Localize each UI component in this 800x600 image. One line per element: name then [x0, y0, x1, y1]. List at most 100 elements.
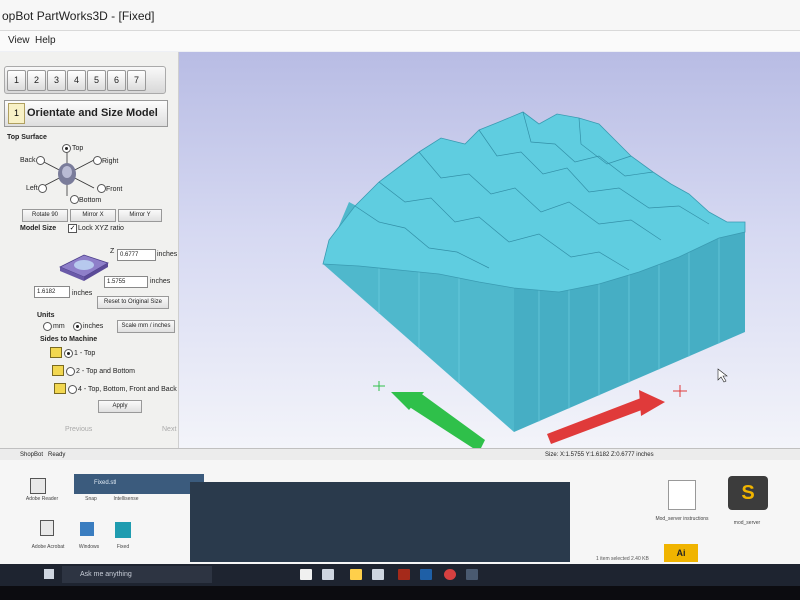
- scale-units-button[interactable]: Scale mm / inches: [117, 320, 175, 333]
- menu-bar: View Help: [0, 31, 800, 51]
- screen: opBot PartWorks3D - [Fixed] View Help 1 …: [0, 0, 800, 600]
- selection-info-wrap: 1 item selected 2.40 KB: [596, 556, 706, 564]
- explorer-file-name: Fixed.stl: [94, 480, 117, 486]
- desktop-icon-3-label: Intellisense: [113, 496, 139, 502]
- radio-inches-label: inches: [83, 323, 104, 330]
- taskbar-chrome-icon[interactable]: [444, 569, 456, 580]
- taskbar-acrobat-icon[interactable]: [398, 569, 410, 580]
- next-button[interactable]: Next: [162, 426, 176, 433]
- rotate-90-button[interactable]: Rotate 90: [22, 209, 68, 222]
- desktop-icon-1[interactable]: [30, 478, 46, 494]
- window-title: opBot PartWorks3D - [Fixed]: [2, 9, 155, 23]
- status-tab-label[interactable]: ShopBot: [20, 452, 43, 458]
- radio-mm[interactable]: [43, 322, 52, 331]
- x-size-input[interactable]: 1.6182: [34, 286, 70, 298]
- radio-sides-4[interactable]: [68, 385, 77, 394]
- status-size: Size: X:1.5755 Y:1.6182 Z:0.6777 inches: [545, 452, 654, 458]
- radio-front-label: Front: [106, 186, 123, 193]
- previous-button[interactable]: Previous: [65, 426, 92, 433]
- radio-left-label: Left: [26, 185, 38, 192]
- step-7-button[interactable]: 7: [127, 70, 146, 91]
- step-title: Orientate and Size Model: [27, 107, 158, 119]
- radio-top-label: Top: [72, 145, 84, 152]
- taskbar-app-3-icon[interactable]: [372, 569, 384, 580]
- radio-bottom-label: Bottom: [79, 197, 102, 204]
- taskbar-app-1-icon[interactable]: [300, 569, 312, 580]
- selection-info: 1 item selected 2.40 KB: [596, 556, 649, 562]
- radio-back-label: Back: [20, 157, 36, 164]
- explorer-titlebar: Fixed.stl: [74, 474, 204, 494]
- desktop-icon-2-label: Snap: [85, 496, 97, 502]
- terrain-view: [322, 111, 746, 452]
- step-4-button[interactable]: 4: [67, 70, 86, 91]
- step-6-button[interactable]: 6: [107, 70, 126, 91]
- radio-inches[interactable]: [73, 322, 82, 331]
- title-bar: opBot PartWorks3D - [Fixed]: [0, 0, 800, 31]
- radio-bottom[interactable]: [70, 195, 79, 204]
- 3d-viewport[interactable]: [179, 52, 800, 456]
- wizard-panel: 1 2 3 4 5 6 7 1 Orientate and Size Model…: [0, 52, 179, 456]
- taskbar-app-4-icon[interactable]: [466, 569, 478, 580]
- side-4-icon: [54, 383, 66, 394]
- z-unit-label: inches: [157, 251, 178, 258]
- desktop-icon-7[interactable]: [668, 480, 696, 510]
- model-size-icon: [59, 254, 109, 281]
- search-box[interactable]: Ask me anything: [62, 566, 212, 583]
- side-2-icon: [52, 365, 64, 376]
- radio-sides-2[interactable]: [66, 367, 75, 376]
- menu-help[interactable]: Help: [35, 35, 56, 46]
- radio-sides-1-label: 1 - Top: [74, 350, 96, 357]
- taskbar-app-2-icon[interactable]: [322, 569, 334, 580]
- x-unit-label: inches: [72, 290, 93, 297]
- radio-mm-label: mm: [53, 323, 65, 330]
- mirror-y-button[interactable]: Mirror Y: [118, 209, 162, 222]
- desktop-area: Fixed.stl Adobe Reader Snap Intellisense…: [0, 460, 800, 564]
- radio-sides-4-label: 4 - Top, Bottom, Front and Back: [78, 386, 177, 393]
- origin-marker-green: [373, 381, 385, 391]
- radio-sides-2-label: 2 - Top and Bottom: [76, 368, 136, 375]
- units-label: Units: [37, 312, 55, 319]
- z-axis-label: Z: [110, 248, 115, 255]
- monitor-bezel: [0, 586, 800, 600]
- y-size-input[interactable]: 1.5755: [104, 276, 148, 288]
- desktop-icon-6-label: Fixed: [116, 544, 130, 550]
- radio-front[interactable]: [97, 184, 106, 193]
- shopbot-app-icon[interactable]: S: [728, 476, 768, 510]
- menu-view[interactable]: View: [8, 35, 30, 46]
- y-unit-label: inches: [150, 278, 171, 285]
- lock-xyz-label: Lock XYZ ratio: [78, 225, 124, 232]
- radio-back[interactable]: [36, 156, 45, 165]
- desktop-icon-8-label: mod_server: [733, 520, 761, 526]
- model-size-label: Model Size: [20, 225, 57, 232]
- radio-left[interactable]: [38, 184, 47, 193]
- desktop-icon-4-label: Adobe Acrobat: [31, 544, 65, 550]
- mouse-cursor: [717, 368, 728, 383]
- apply-button[interactable]: Apply: [98, 400, 142, 413]
- step-1-button[interactable]: 1: [7, 70, 26, 91]
- search-placeholder: Ask me anything: [80, 571, 132, 578]
- desktop-icon-5-label: Windows: [78, 544, 100, 550]
- mirror-x-button[interactable]: Mirror X: [70, 209, 116, 222]
- origin-marker-red: [673, 385, 687, 397]
- z-size-input[interactable]: 0.6777: [117, 249, 156, 261]
- radio-right[interactable]: [93, 156, 102, 165]
- step-number-badge: 1: [8, 103, 25, 124]
- x-arrow-head: [639, 390, 665, 416]
- reset-size-button[interactable]: Reset to Original Size: [97, 296, 169, 309]
- taskbar-explorer-icon[interactable]: [350, 569, 362, 580]
- radio-top[interactable]: [62, 144, 71, 153]
- step-2-button[interactable]: 2: [27, 70, 46, 91]
- top-surface-label: Top Surface: [7, 134, 47, 141]
- start-windows-icon[interactable]: [44, 569, 54, 579]
- desktop-icon-1-label: Adobe Reader: [25, 496, 59, 502]
- desktop-icon-4[interactable]: [40, 520, 54, 536]
- radio-sides-1[interactable]: [64, 349, 73, 358]
- desktop-icon-6[interactable]: [115, 522, 131, 538]
- step-header: 1 Orientate and Size Model: [4, 100, 168, 127]
- step-3-button[interactable]: 3: [47, 70, 66, 91]
- desktop-icon-5[interactable]: [80, 522, 94, 536]
- lock-xyz-checkbox[interactable]: ✓: [68, 224, 77, 233]
- taskbar-photoshop-icon[interactable]: [420, 569, 432, 580]
- explorer-window: [190, 482, 570, 562]
- step-5-button[interactable]: 5: [87, 70, 106, 91]
